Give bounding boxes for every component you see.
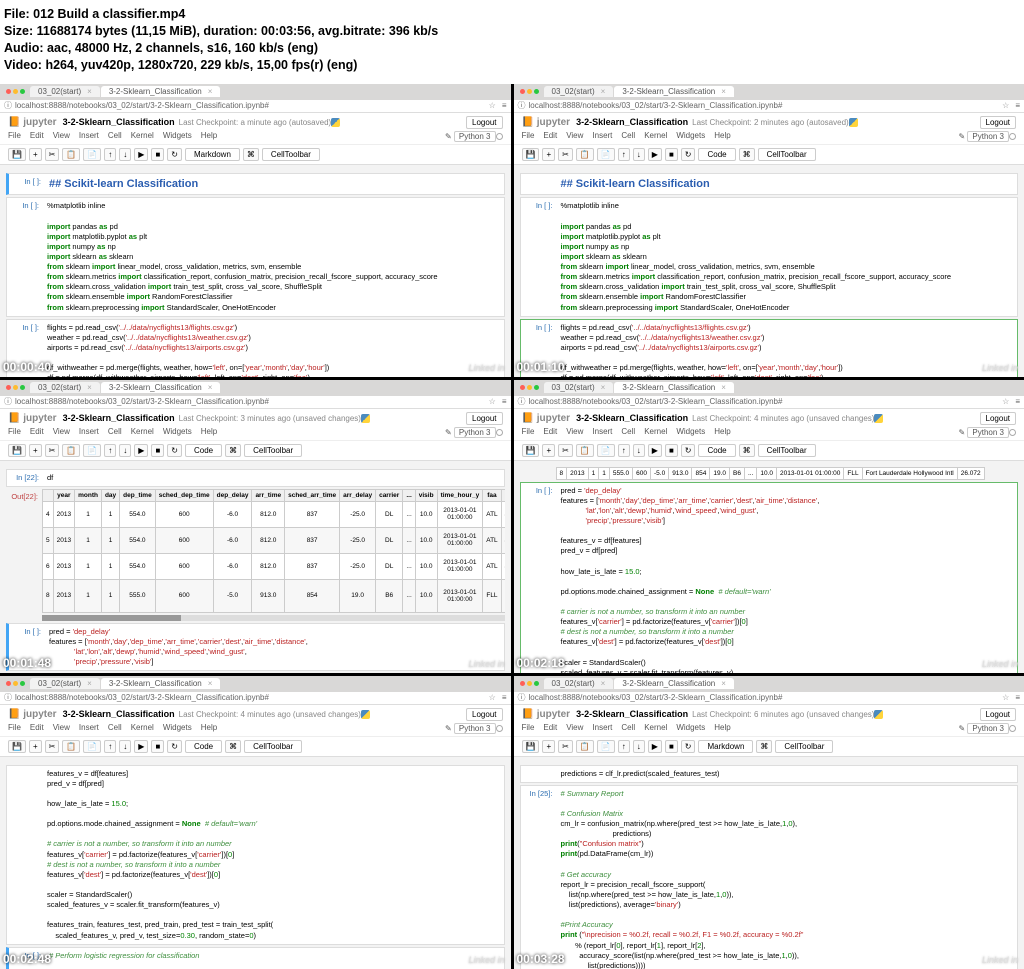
code-cell-pred[interactable]: In [ ]:pred = 'dep_delay' features = ['m… xyxy=(6,623,505,672)
cut-button[interactable]: ✂ xyxy=(45,148,60,161)
code-cell-logreg[interactable]: In [ ]:# Perform logistic regression for… xyxy=(6,947,505,969)
jupyter-logo: 📙 jupyter xyxy=(8,117,57,128)
kernel-indicator: Python 3 xyxy=(454,131,496,142)
restart-button[interactable]: ↻ xyxy=(167,148,182,161)
timestamp: 00:00:40 xyxy=(3,360,51,374)
tab-notebook[interactable]: 3-2-Sklearn_Classification× xyxy=(101,86,221,97)
logout-button[interactable]: Logout xyxy=(466,116,502,129)
kernel-busy-icon xyxy=(496,133,503,140)
code-cell-imports[interactable]: In [ ]:%matplotlib inline import pandas … xyxy=(520,197,1019,316)
celltoolbar-select[interactable]: CellToolbar xyxy=(262,148,320,161)
markdown-cell[interactable]: ## Scikit-learn Classification xyxy=(520,173,1019,196)
horizontal-scrollbar[interactable] xyxy=(42,615,505,621)
code-cell-df[interactable]: In [22]:df xyxy=(6,469,505,487)
star-icon[interactable]: ☆ xyxy=(489,101,496,110)
code-cell-pred-scale[interactable]: In [ ]:pred = 'dep_delay' features = ['m… xyxy=(520,482,1019,673)
notebook-title[interactable]: 3-2-Sklearn_Classification xyxy=(63,117,175,127)
run-button[interactable]: ▶ xyxy=(134,148,148,161)
code-cell-scale[interactable]: features_v = df[features] pred_v = df[pr… xyxy=(6,765,505,945)
code-cell-imports[interactable]: In [ ]:%matplotlib inline import pandas … xyxy=(6,197,505,316)
add-cell-button[interactable]: + xyxy=(29,148,42,161)
browser-tabs: 03_02(start)× 3-2-Sklearn_Classification… xyxy=(0,84,511,100)
code-cell-read[interactable]: In [ ]:flights = pd.read_csv('../../data… xyxy=(6,319,505,377)
save-button[interactable]: 💾 xyxy=(8,148,26,161)
paste-button[interactable]: 📄 xyxy=(83,148,101,161)
frame-5: 03_02(start)× 3-2-Sklearn_Classification… xyxy=(0,676,511,969)
frame-1: 03_02(start)× 3-2-Sklearn_Classification… xyxy=(0,84,511,377)
tab-home[interactable]: 03_02(start)× xyxy=(30,86,100,97)
video-line: Video: h264, yuv420p, 1280x720, 229 kb/s… xyxy=(4,57,1020,74)
linkedin-watermark: Linked in xyxy=(468,363,504,373)
dataframe-row: 8201311555.0600-5.0913.085419.0B6...10.0… xyxy=(556,467,985,480)
url-bar[interactable]: ⓘlocalhost:8888/notebooks/03_02/start/3-… xyxy=(0,100,511,113)
command-palette-button[interactable]: ⌘ xyxy=(243,148,259,161)
toolbar: 💾 + ✂ 📋 📄 ↑ ↓ ▶ ■ ↻ Markdown ⌘ CellToolb… xyxy=(0,145,511,165)
checkpoint-status: Last Checkpoint: a minute ago (autosaved… xyxy=(179,118,332,127)
code-cell-read[interactable]: In [ ]:flights = pd.read_csv('../../data… xyxy=(520,319,1019,377)
file-line: File: 012 Build a classifier.mp4 xyxy=(4,6,1020,23)
code-cell-predict[interactable]: predictions = clf_lr.predict(scaled_feat… xyxy=(520,765,1019,783)
celltype-select[interactable]: Markdown xyxy=(185,148,240,161)
dataframe-output: yearmonthdaydep_timesched_dep_timedep_de… xyxy=(42,489,505,613)
code-cell-report[interactable]: In [25]:# Summary Report # Confusion Mat… xyxy=(520,785,1019,969)
move-down-button[interactable]: ↓ xyxy=(119,148,131,161)
copy-button[interactable]: 📋 xyxy=(62,148,80,161)
frame-3: 03_02(start)× 3-2-Sklearn_Classification… xyxy=(0,380,511,673)
frame-2: 03_02(start)× 3-2-Sklearn_Classification… xyxy=(514,84,1024,377)
frame-4: 03_02(start)× 3-2-Sklearn_Classification… xyxy=(514,380,1024,673)
audio-line: Audio: aac, 48000 Hz, 2 channels, s16, 1… xyxy=(4,40,1020,57)
menu-bar[interactable]: FileEditViewInsertCellKernelWidgetsHelp … xyxy=(0,129,511,145)
size-line: Size: 11688174 bytes (11,15 MiB), durati… xyxy=(4,23,1020,40)
info-icon: ⓘ xyxy=(4,100,12,111)
frame-6: 03_02(start)× 3-2-Sklearn_Classification… xyxy=(514,676,1024,969)
markdown-cell[interactable]: In [ ]:## Scikit-learn Classification xyxy=(6,173,505,196)
stop-button[interactable]: ■ xyxy=(151,148,164,161)
media-info-header: File: 012 Build a classifier.mp4 Size: 1… xyxy=(0,0,1024,84)
python-logo-icon xyxy=(331,118,340,127)
move-up-button[interactable]: ↑ xyxy=(104,148,116,161)
thumbnail-grid: 03_02(start)× 3-2-Sklearn_Classification… xyxy=(0,84,1024,969)
